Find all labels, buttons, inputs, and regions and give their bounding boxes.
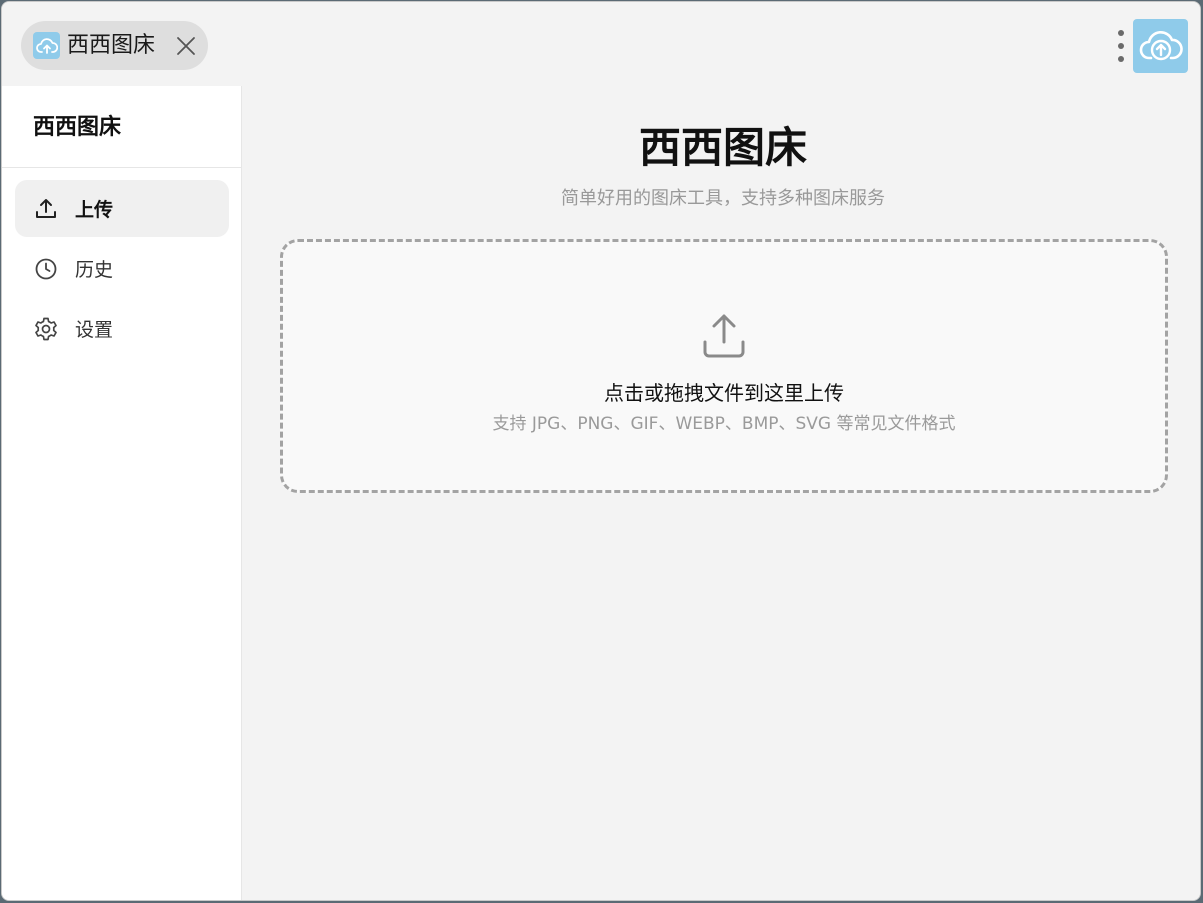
sidebar-item-label: 历史 bbox=[75, 259, 114, 281]
cloud-upload-icon[interactable] bbox=[1133, 19, 1188, 73]
upload-icon bbox=[33, 196, 59, 222]
page-title: 西西图床 bbox=[638, 123, 807, 172]
dropzone-hint: 支持 JPG、PNG、GIF、WEBP、BMP、SVG 等常见文件格式 bbox=[492, 414, 956, 434]
sidebar-item-label: 设置 bbox=[75, 319, 114, 341]
clock-icon bbox=[33, 256, 59, 282]
cloud-upload-icon bbox=[33, 32, 60, 59]
sidebar: 西西图床 上传 历史 设置 bbox=[2, 86, 242, 900]
sidebar-item-history[interactable]: 历史 bbox=[15, 240, 229, 297]
upload-dropzone[interactable]: 点击或拖拽文件到这里上传 支持 JPG、PNG、GIF、WEBP、BMP、SVG… bbox=[280, 239, 1168, 493]
dropzone-text: 点击或拖拽文件到这里上传 bbox=[604, 381, 844, 405]
main-content: 西西图床 简单好用的图床工具，支持多种图床服务 点击或拖拽文件到这里上传 支持 … bbox=[243, 86, 1200, 900]
app-window: 西西图床 西西图床 上传 历史 设置 西西图床 简单好用的图床工具，支持多种图床… bbox=[1, 1, 1201, 901]
close-icon[interactable] bbox=[175, 35, 197, 57]
sidebar-item-label: 上传 bbox=[75, 199, 114, 221]
sidebar-nav: 上传 历史 设置 bbox=[2, 168, 241, 357]
upload-icon bbox=[701, 312, 747, 360]
title-bar: 西西图床 bbox=[2, 2, 1200, 86]
sidebar-title: 西西图床 bbox=[2, 86, 241, 168]
sidebar-item-upload[interactable]: 上传 bbox=[15, 180, 229, 237]
window-tab[interactable]: 西西图床 bbox=[21, 21, 208, 70]
tab-label: 西西图床 bbox=[67, 33, 156, 58]
sidebar-item-settings[interactable]: 设置 bbox=[15, 300, 229, 357]
gear-icon bbox=[33, 316, 59, 342]
more-vertical-icon[interactable] bbox=[1112, 26, 1130, 66]
page-subtitle: 简单好用的图床工具，支持多种图床服务 bbox=[561, 188, 885, 209]
